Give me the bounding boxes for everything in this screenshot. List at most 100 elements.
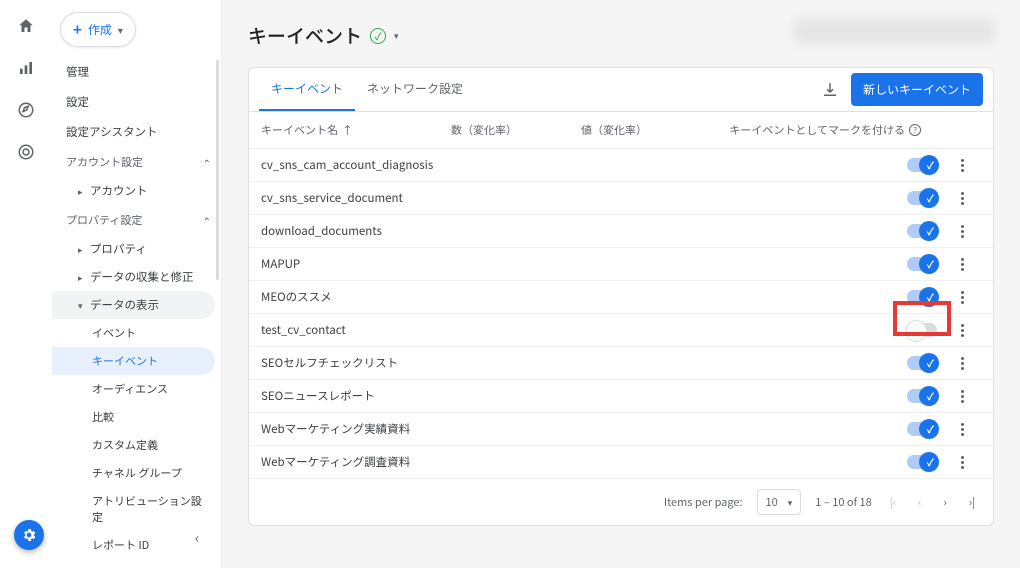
event-name-cell[interactable]: MEOのススメ [261,289,451,305]
event-name-cell[interactable]: cv_sns_service_document [261,190,451,206]
sidebar-item-setup-assistant[interactable]: 設定アシスタント [52,117,221,147]
reports-icon[interactable] [14,56,38,80]
pagination: Items per page: 10 ▾ 1 – 10 of 18 |‹ ‹ ›… [249,479,993,525]
sidebar-nested-audiences[interactable]: オーディエンス [52,375,221,403]
sidebar-nested-debugview[interactable]: DebugView [52,559,221,568]
key-events-card: キーイベント ネットワーク設定 新しいキーイベント キーイベント名 ↑ 数（変化… [248,67,994,526]
col-header-mark: キーイベントとしてマークを付ける ? [721,122,981,138]
event-name-cell[interactable]: Webマーケティング調査資料 [261,454,451,470]
event-name-cell[interactable]: Webマーケティング実績資料 [261,421,451,437]
sidebar-item-settings[interactable]: 設定 [52,87,221,117]
settings-fab[interactable] [14,520,44,550]
sidebar-group-account-label: アカウント設定 [66,154,143,170]
ads-icon[interactable] [14,140,38,164]
row-menu-icon[interactable] [955,390,969,403]
row-menu-icon[interactable] [955,192,969,205]
sidebar-group-account[interactable]: アカウント設定 ⌃ [52,147,221,177]
per-page-select[interactable]: 10 ▾ [757,489,802,515]
event-name-cell[interactable]: MAPUP [261,256,451,272]
col-header-value[interactable]: 値（変化率） [581,122,721,138]
row-menu-icon[interactable] [955,225,969,238]
download-icon[interactable] [821,80,841,100]
tab-key-events[interactable]: キーイベント [259,68,355,111]
sidebar-nested-compare[interactable]: 比較 [52,403,221,431]
create-button-label: 作成 [88,21,112,38]
left-rail [0,0,52,568]
page-title-text: キーイベント [248,22,362,49]
chevron-up-icon: ⌃ [203,155,211,170]
sidebar-nested-attribution[interactable]: アトリビューション設定 [52,487,221,531]
sidebar-sub-label: アカウント [90,183,148,199]
sidebar: + 作成 ▾ 管理 設定 設定アシスタント アカウント設定 ⌃ ▸アカウント プ… [52,0,222,568]
col-header-name-text: キーイベント名 [261,122,338,138]
chevron-down-icon: ▾ [118,22,123,37]
mark-toggle[interactable] [907,158,937,172]
next-page-icon[interactable]: › [939,494,950,510]
collapse-sidebar-icon[interactable]: ‹ [195,528,199,548]
mark-toggle[interactable] [907,422,937,436]
sidebar-sub-property[interactable]: ▸プロパティ [52,235,221,263]
per-page-label: Items per page: [664,494,743,510]
first-page-icon[interactable]: |‹ [886,494,900,510]
sidebar-sub-data-collection[interactable]: ▸ データの収集と修正 [52,263,221,291]
table-body: cv_sns_cam_account_diagnosis cv_sns_servi… [249,149,993,479]
last-page-icon[interactable]: ›| [965,494,979,510]
tab-network-settings[interactable]: ネットワーク設定 [355,68,475,111]
table-row: Webマーケティング調査資料 [249,446,993,479]
event-name-cell[interactable]: SEOセルフチェックリスト [261,355,451,371]
mark-toggle[interactable] [907,257,937,271]
mark-toggle[interactable] [907,356,937,370]
row-menu-icon[interactable] [955,423,969,436]
home-icon[interactable] [14,14,38,38]
table-row: MEOのススメ [249,281,993,314]
sidebar-item-admin[interactable]: 管理 [52,57,221,87]
sidebar-nested-channel-groups[interactable]: チャネル グループ [52,459,221,487]
sidebar-group-property[interactable]: プロパティ設定 ⌃ [52,205,221,235]
sidebar-sub-account[interactable]: ▸アカウント [52,177,221,205]
mark-toggle[interactable] [907,389,937,403]
sidebar-nested-key-events[interactable]: キーイベント [52,347,215,375]
col-header-count[interactable]: 数（変化率） [451,122,581,138]
mark-toggle[interactable] [907,191,937,205]
explore-icon[interactable] [14,98,38,122]
sidebar-sub-label: データの表示 [90,297,159,313]
table-row: cv_sns_cam_account_diagnosis [249,149,993,182]
chevron-up-icon: ⌃ [203,213,211,228]
event-name-cell[interactable]: download_documents [261,223,451,239]
sidebar-nested-custom-def[interactable]: カスタム定義 [52,431,221,459]
sidebar-sub-data-display[interactable]: ▾ データの表示 [52,291,215,319]
new-key-event-button[interactable]: 新しいキーイベント [851,73,983,106]
row-menu-icon[interactable] [955,159,969,172]
event-name-cell[interactable]: SEOニュースレポート [261,388,451,404]
mark-toggle[interactable] [907,323,937,337]
tab-row: キーイベント ネットワーク設定 新しいキーイベント [249,68,993,112]
chevron-down-icon[interactable]: ▾ [394,29,399,42]
col-header-name[interactable]: キーイベント名 ↑ [261,122,451,138]
check-badge-icon[interactable]: ✓ [370,28,386,44]
caret-down-icon: ▾ [78,299,84,312]
sidebar-nested-events[interactable]: イベント [52,319,221,347]
sidebar-scrollbar[interactable] [216,60,219,280]
sort-arrow-icon: ↑ [342,122,353,138]
row-menu-icon[interactable] [955,357,969,370]
event-name-cell[interactable]: test_cv_contact [261,322,451,338]
sidebar-sub-label: データの収集と修正 [90,269,194,285]
row-menu-icon[interactable] [955,291,969,304]
prev-page-icon[interactable]: ‹ [914,494,925,510]
main-content: キーイベント ✓ ▾ キーイベント ネットワーク設定 新しいキーイベント キーイ… [222,0,1020,568]
mark-toggle[interactable] [907,455,937,469]
mark-toggle[interactable] [907,224,937,238]
table-row: SEOセルフチェックリスト [249,347,993,380]
table-row: MAPUP [249,248,993,281]
row-menu-icon[interactable] [955,324,969,337]
event-name-cell[interactable]: cv_sns_cam_account_diagnosis [261,157,451,173]
mark-toggle[interactable] [907,290,937,304]
table-row: download_documents [249,215,993,248]
table-row: Webマーケティング実績資料 [249,413,993,446]
row-menu-icon[interactable] [955,456,969,469]
help-icon[interactable]: ? [909,124,921,136]
col-header-mark-text: キーイベントとしてマークを付ける [729,122,905,138]
create-button[interactable]: + 作成 ▾ [60,12,136,47]
row-menu-icon[interactable] [955,258,969,271]
caret-icon: ▸ [78,271,84,284]
